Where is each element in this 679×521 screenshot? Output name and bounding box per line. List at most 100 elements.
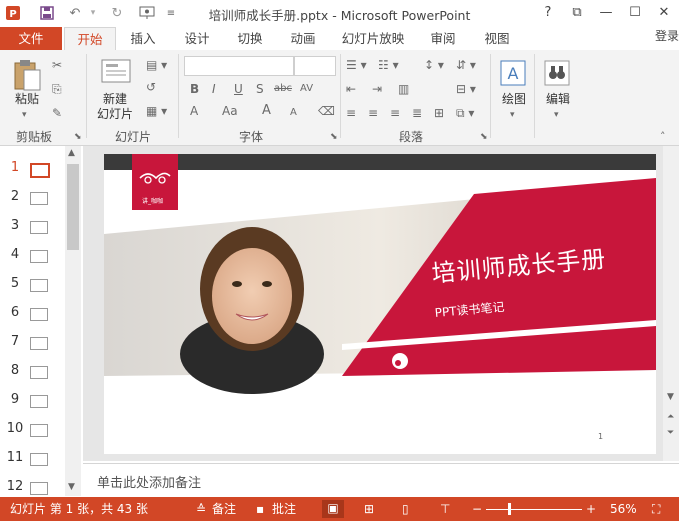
login-link[interactable]: 登录 <box>655 27 679 45</box>
layout-icon[interactable]: ▤ ▾ <box>146 58 167 72</box>
close-button[interactable]: ✕ <box>653 3 675 23</box>
thumbnail-scrollbar[interactable]: ▲ ▼ <box>65 146 81 496</box>
slide-scrollbar[interactable]: ▼ ⏶ ⏷ <box>663 146 679 461</box>
copy-icon[interactable]: ⎘ <box>52 82 62 96</box>
tab-file[interactable]: 文件 <box>0 27 62 51</box>
editing-dropdown-icon[interactable]: ▾ <box>554 108 559 122</box>
drawing-icon[interactable]: A <box>500 60 526 89</box>
font-size-combo[interactable] <box>294 56 336 76</box>
notes-pane[interactable]: 单击此处添加备注 <box>83 463 679 497</box>
change-case-button[interactable]: Aa <box>222 104 238 118</box>
paste-label[interactable]: 粘贴 <box>10 92 44 107</box>
char-spacing-button[interactable]: AV <box>300 82 313 96</box>
font-color-button[interactable]: A <box>190 104 198 118</box>
clear-format-icon[interactable]: ⌫ <box>318 104 335 118</box>
align-right-icon[interactable]: ≡ <box>390 106 400 120</box>
shrink-font-button[interactable]: A <box>290 106 297 120</box>
comments-button[interactable]: 批注 <box>272 501 296 517</box>
tab-insert[interactable]: 插入 <box>120 27 166 50</box>
thumbnail-item[interactable]: 9 <box>0 386 64 415</box>
decrease-indent-icon[interactable]: ⇤ <box>346 82 356 96</box>
italic-button[interactable]: I <box>212 82 216 96</box>
next-slide-icon[interactable]: ⏷ <box>667 428 674 438</box>
font-launcher-icon[interactable]: ⬊ <box>330 130 338 144</box>
zoom-out-icon[interactable]: − <box>472 501 482 517</box>
align-center-icon[interactable]: ≡ <box>368 106 378 120</box>
section-icon[interactable]: ▦ ▾ <box>146 104 167 118</box>
align-text-icon[interactable]: ⊟ ▾ <box>456 82 476 96</box>
thumbnail-item[interactable]: 2 <box>0 183 64 212</box>
slide-sorter-icon[interactable]: ⊞ <box>364 501 374 517</box>
zoom-slider-track[interactable] <box>486 509 582 510</box>
font-name-combo[interactable] <box>184 56 294 76</box>
binoculars-icon[interactable] <box>544 60 570 89</box>
drawing-dropdown-icon[interactable]: ▾ <box>510 108 515 122</box>
underline-button[interactable]: U <box>234 82 243 96</box>
text-direction-icon[interactable]: ⇵ ▾ <box>456 58 476 72</box>
thumbnail-item[interactable]: 8 <box>0 357 64 386</box>
clipboard-launcher-icon[interactable]: ⬊ <box>74 130 82 144</box>
tab-transitions[interactable]: 切换 <box>227 27 273 50</box>
thumbnail-item[interactable]: 4 <box>0 241 64 270</box>
thumbnail-item[interactable]: 11 <box>0 444 64 473</box>
comments-icon[interactable]: ▪ <box>256 501 264 517</box>
new-slide-label-2[interactable]: 幻灯片 <box>92 107 138 122</box>
increase-indent-icon[interactable]: ⇥ <box>372 82 382 96</box>
slideshow-view-icon[interactable]: ⊤ <box>440 501 450 517</box>
grow-font-button[interactable]: A <box>262 104 271 118</box>
fit-to-window-icon[interactable]: ⛶ <box>652 501 660 517</box>
reset-icon[interactable]: ↺ <box>146 80 156 94</box>
tab-view[interactable]: 视图 <box>474 27 520 50</box>
previous-slide-icon[interactable]: ⏶ <box>667 412 674 422</box>
line-spacing-icon[interactable]: ↕ ▾ <box>424 58 444 72</box>
editing-label[interactable]: 编辑 <box>540 92 576 107</box>
scroll-up-icon[interactable]: ▲ <box>68 148 75 158</box>
smartart-icon[interactable]: ⧉ ▾ <box>456 106 474 120</box>
tab-slideshow[interactable]: 幻灯片放映 <box>335 27 411 50</box>
bold-button[interactable]: B <box>190 82 199 96</box>
scroll-thumb[interactable] <box>67 164 79 250</box>
reading-view-icon[interactable]: ▯ <box>402 501 409 517</box>
tab-review[interactable]: 审阅 <box>420 27 466 50</box>
new-slide-label-1[interactable]: 新建 <box>92 92 138 107</box>
distribute-icon[interactable]: ⊞ <box>434 106 444 120</box>
tab-home[interactable]: 开始 <box>64 27 116 52</box>
zoom-slider-thumb[interactable] <box>508 503 511 515</box>
paragraph-launcher-icon[interactable]: ⬊ <box>480 130 488 144</box>
notes-toggle-icon[interactable]: ≙ <box>196 501 206 517</box>
tab-design[interactable]: 设计 <box>174 27 220 50</box>
zoom-in-icon[interactable]: + <box>586 501 596 517</box>
paste-icon[interactable] <box>12 58 42 95</box>
thumbnail-item[interactable]: 3 <box>0 212 64 241</box>
new-slide-icon[interactable] <box>100 58 132 89</box>
zoom-level[interactable]: 56% <box>610 501 637 517</box>
thumbnail-item[interactable]: 1 <box>0 154 64 183</box>
bullets-icon[interactable]: ☰ ▾ <box>346 58 367 72</box>
scroll-down-icon[interactable]: ▼ <box>667 392 674 402</box>
thumbnail-item[interactable]: 5 <box>0 270 64 299</box>
notes-toggle-button[interactable]: 备注 <box>212 501 236 517</box>
slide-count-status[interactable]: 幻灯片 第 1 张，共 43 张 <box>10 501 148 517</box>
scroll-down-icon[interactable]: ▼ <box>68 482 75 492</box>
paste-dropdown-icon[interactable]: ▾ <box>22 108 27 122</box>
thumbnail-item[interactable]: 6 <box>0 299 64 328</box>
thumbnail-item[interactable]: 10 <box>0 415 64 444</box>
drawing-label[interactable]: 绘图 <box>496 92 532 107</box>
tab-animations[interactable]: 动画 <box>280 27 326 50</box>
justify-icon[interactable]: ≣ <box>412 106 422 120</box>
cut-icon[interactable]: ✂ <box>52 58 62 72</box>
format-painter-icon[interactable]: ✎ <box>52 106 62 120</box>
normal-view-icon[interactable]: ▣ <box>322 500 344 518</box>
shadow-button[interactable]: S <box>256 82 264 96</box>
collapse-ribbon-icon[interactable]: ˄ <box>660 130 666 144</box>
maximize-button[interactable]: ☐ <box>624 3 646 23</box>
numbering-icon[interactable]: ☷ ▾ <box>378 58 399 72</box>
notes-placeholder[interactable]: 单击此处添加备注 <box>97 472 201 491</box>
ribbon-display-options-button[interactable]: ⧉ <box>566 3 588 23</box>
align-left-icon[interactable]: ≡ <box>346 106 356 120</box>
help-button[interactable]: ? <box>537 3 559 23</box>
thumbnail-item[interactable]: 7 <box>0 328 64 357</box>
columns-icon[interactable]: ▥ <box>398 82 409 96</box>
strikethrough-button[interactable]: abc <box>274 82 292 96</box>
minimize-button[interactable]: — <box>595 3 617 23</box>
